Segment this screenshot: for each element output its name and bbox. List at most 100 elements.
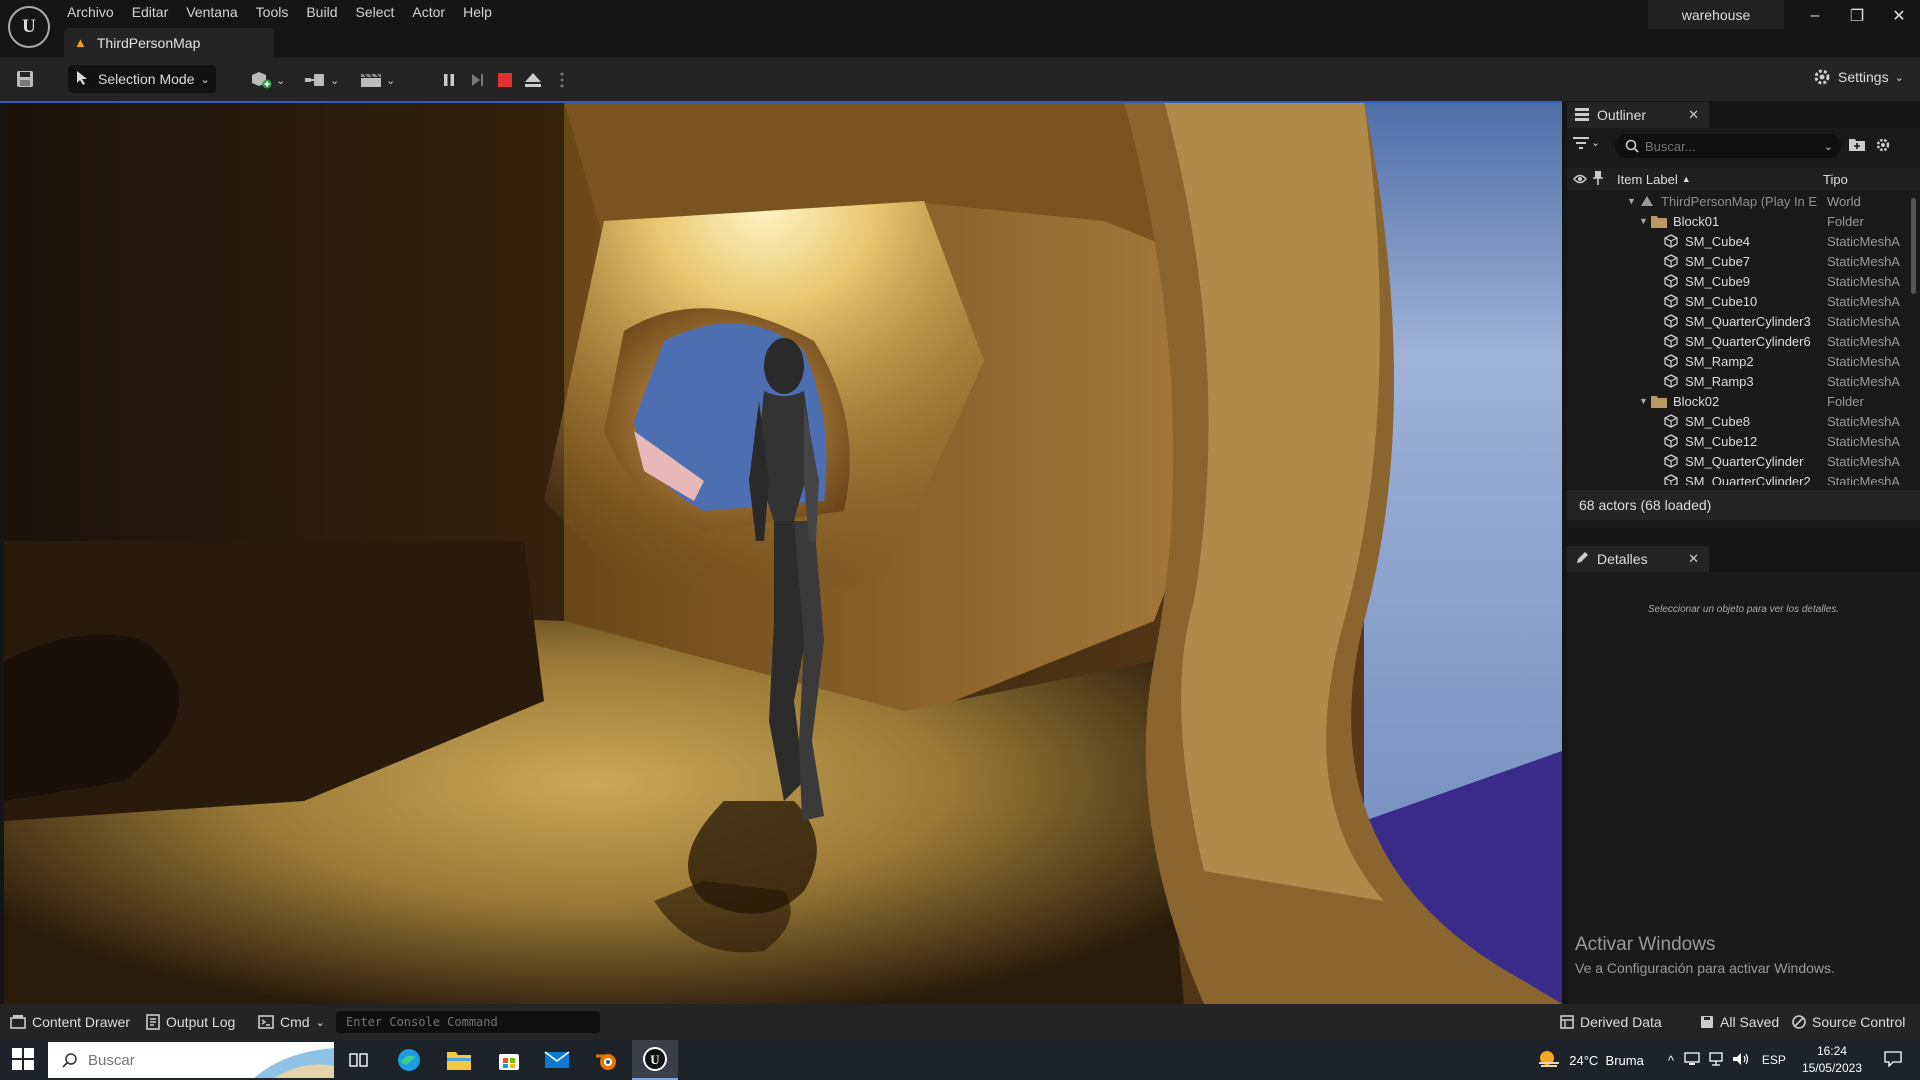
outliner-row[interactable]: SM_QuarterCylinder StaticMeshA [1567, 451, 1920, 471]
tab-map-label: ThirdPersonMap [96, 34, 201, 51]
outliner-search[interactable]: ⌄ [1615, 134, 1841, 158]
content-drawer-label: Content Drawer [32, 1014, 131, 1030]
outliner-row[interactable]: SM_QuarterCylinder3 StaticMeshA [1567, 311, 1920, 331]
stop-icon[interactable] [493, 67, 517, 93]
menu-item-actor[interactable]: Actor [403, 0, 454, 24]
expand-arrow-icon[interactable]: ▼ [1639, 216, 1651, 226]
close-icon[interactable]: ✕ [1688, 107, 1699, 123]
expand-arrow-icon[interactable]: ▼ [1639, 396, 1651, 406]
all-saved-button[interactable]: All Saved [1700, 1014, 1779, 1030]
gear-icon[interactable] [1875, 137, 1891, 153]
cmd-dropdown[interactable]: Cmd ⌄ [258, 1014, 325, 1030]
menu-item-archivo[interactable]: Archivo [58, 0, 123, 24]
outliner-scrollbar[interactable] [1911, 198, 1916, 294]
save-icon[interactable] [12, 66, 38, 92]
watermark-text: Ve a Configuración para activar Windows. [1575, 960, 1835, 976]
source-control-button[interactable]: Source Control [1792, 1014, 1905, 1030]
expand-arrow-icon[interactable]: ▼ [1627, 196, 1639, 206]
visibility-eye-icon[interactable] [1573, 172, 1593, 187]
menu-item-select[interactable]: Select [346, 0, 403, 24]
outliner-row[interactable]: SM_Cube8 StaticMeshA [1567, 411, 1920, 431]
weather-text[interactable]: 24°C Bruma [1569, 1053, 1644, 1068]
windows-start-icon[interactable] [12, 1048, 36, 1072]
console-field[interactable] [336, 1011, 600, 1033]
unreal-logo-icon[interactable]: U [8, 6, 50, 48]
outliner-row-type: StaticMeshA [1827, 313, 1900, 329]
outliner-row[interactable]: ▼ Block02 Folder [1567, 391, 1920, 411]
project-name: warehouse [1648, 0, 1784, 29]
minimize-icon[interactable]: – [1800, 4, 1830, 28]
watermark-title: Activar Windows [1575, 934, 1716, 955]
search-icon [62, 1053, 77, 1068]
taskbar-search-input[interactable] [88, 1051, 248, 1069]
main-toolbar: Selection Mode ⌄ ⌄ ⌄ ⌄ Settings ⌄ [0, 57, 1920, 101]
unreal-engine-taskbar-icon[interactable]: U [632, 1040, 678, 1080]
file-explorer-icon[interactable] [436, 1040, 482, 1080]
tab-outliner[interactable]: Outliner ✕ [1567, 102, 1709, 128]
outliner-row[interactable]: SM_QuarterCylinder6 StaticMeshA [1567, 331, 1920, 351]
restore-icon[interactable]: ❐ [1842, 4, 1872, 28]
output-log-button[interactable]: Output Log [146, 1014, 235, 1030]
tray-overflow-icon[interactable]: ^ [1668, 1053, 1674, 1068]
close-icon[interactable]: ✕ [1688, 551, 1699, 567]
outliner-row[interactable]: SM_Ramp2 StaticMeshA [1567, 351, 1920, 371]
console-input[interactable] [336, 1011, 600, 1033]
outliner-row-label: SM_QuarterCylinder [1685, 453, 1804, 469]
close-window-icon[interactable]: ✕ [1884, 4, 1914, 28]
sort-ascending-icon: ▲ [1681, 174, 1691, 184]
taskbar-search[interactable] [48, 1042, 334, 1078]
add-actor-button[interactable]: ⌄ [250, 67, 285, 93]
chevron-down-icon[interactable]: ⌄ [1824, 140, 1833, 153]
clock[interactable]: 16:24 15/05/2023 [1802, 1043, 1862, 1077]
outliner-row[interactable]: SM_Cube4 StaticMeshA [1567, 231, 1920, 251]
network-icon[interactable] [1708, 1051, 1724, 1069]
search-input[interactable] [1645, 138, 1805, 154]
menu-item-build[interactable]: Build [297, 0, 346, 24]
cursor-icon [76, 70, 90, 89]
pause-icon[interactable] [437, 67, 461, 93]
column-item-label[interactable]: Item Label [1617, 172, 1678, 187]
level-viewport[interactable] [4, 101, 1562, 1004]
outliner-row[interactable]: SM_QuarterCylinder2 StaticMeshA [1567, 471, 1920, 485]
task-view-icon[interactable] [336, 1040, 382, 1080]
menu-item-ventana[interactable]: Ventana [177, 0, 246, 24]
weather-haze-icon[interactable] [1537, 1049, 1561, 1072]
blender-icon[interactable] [584, 1040, 630, 1080]
static-mesh-icon [1663, 234, 1679, 248]
outliner-row[interactable]: ▼ ThirdPersonMap (Play In E World [1567, 191, 1920, 211]
settings-button[interactable]: Settings ⌄ [1812, 67, 1904, 87]
outliner-row[interactable]: SM_Ramp3 StaticMeshA [1567, 371, 1920, 391]
mail-icon[interactable] [534, 1040, 580, 1080]
notifications-icon[interactable] [1884, 1050, 1902, 1070]
outliner-row[interactable]: SM_Cube7 StaticMeshA [1567, 251, 1920, 271]
add-folder-icon[interactable] [1849, 137, 1865, 151]
eject-icon[interactable] [521, 67, 545, 93]
outliner-row[interactable]: ▼ Block01 Folder [1567, 211, 1920, 231]
blueprint-button[interactable]: ⌄ [304, 67, 339, 93]
microsoft-store-icon[interactable] [486, 1040, 532, 1080]
device-icon[interactable] [1684, 1051, 1700, 1069]
edge-browser-icon[interactable] [386, 1040, 432, 1080]
source-control-label: Source Control [1812, 1014, 1906, 1030]
tab-map[interactable]: ▲ ThirdPersonMap [64, 28, 274, 57]
outliner-row[interactable]: SM_Cube10 StaticMeshA [1567, 291, 1920, 311]
outliner-row-label: SM_Cube12 [1685, 433, 1758, 449]
filter-button[interactable]: ⌄ [1573, 136, 1600, 149]
outliner-row[interactable]: SM_Cube9 StaticMeshA [1567, 271, 1920, 291]
selection-mode-button[interactable]: Selection Mode ⌄ [68, 65, 216, 93]
content-drawer-button[interactable]: Content Drawer [10, 1014, 130, 1030]
cinematics-button[interactable]: ⌄ [360, 67, 395, 93]
menu-item-help[interactable]: Help [454, 0, 501, 24]
volume-icon[interactable] [1732, 1052, 1750, 1069]
skip-frame-icon[interactable] [465, 67, 489, 93]
derived-data-button[interactable]: Derived Data [1560, 1014, 1662, 1030]
column-type[interactable]: Tipo [1823, 172, 1848, 187]
tab-details[interactable]: Detalles ✕ [1567, 546, 1709, 572]
pin-icon[interactable] [1593, 170, 1617, 188]
outliner-row-type: StaticMeshA [1827, 273, 1900, 289]
outliner-row[interactable]: SM_Cube12 StaticMeshA [1567, 431, 1920, 451]
menu-item-tools[interactable]: Tools [247, 0, 298, 24]
menu-item-editar[interactable]: Editar [123, 0, 178, 24]
more-options-icon[interactable] [550, 67, 574, 93]
input-language[interactable]: ESP [1762, 1053, 1786, 1067]
